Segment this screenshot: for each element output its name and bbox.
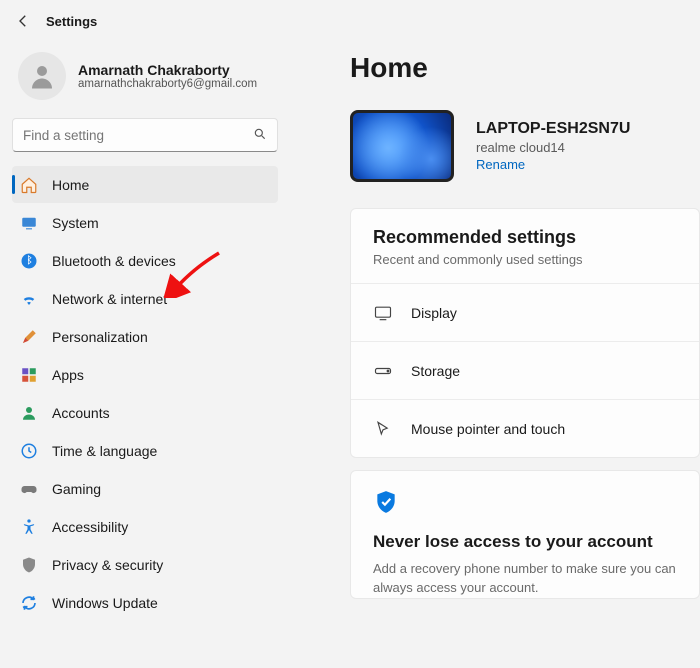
bluetooth-icon [20,252,38,270]
nav-accounts[interactable]: Accounts [12,394,278,431]
app-title: Settings [46,14,97,29]
rename-link[interactable]: Rename [476,157,630,172]
user-profile[interactable]: Amarnath Chakraborty amarnathchakraborty… [12,44,278,114]
recovery-desc: Add a recovery phone number to make sure… [373,560,677,598]
storage-icon [373,361,393,381]
nav-label: Time & language [52,443,157,459]
nav-privacy[interactable]: Privacy & security [12,546,278,583]
nav-label: Apps [52,367,84,383]
recovery-title: Never lose access to your account [373,532,677,552]
back-button[interactable] [14,12,32,30]
avatar [18,52,66,100]
home-icon [20,176,38,194]
recommended-title: Recommended settings [373,227,677,248]
gamepad-icon [20,480,38,498]
nav-label: Home [52,177,89,193]
nav-list: Home System Bluetooth & devices Network … [12,166,278,621]
nav-network[interactable]: Network & internet [12,280,278,317]
row-storage[interactable]: Storage [351,341,699,399]
system-icon [20,214,38,232]
nav-label: Network & internet [52,291,167,307]
update-icon [20,594,38,612]
shield-check-icon [373,502,399,518]
nav-label: Windows Update [52,595,158,611]
accessibility-icon [20,518,38,536]
nav-label: Accessibility [52,519,128,535]
nav-label: Gaming [52,481,101,497]
recommended-card: Recommended settings Recent and commonly… [350,208,700,458]
nav-system[interactable]: System [12,204,278,241]
pointer-icon [373,419,393,439]
wifi-icon [20,290,38,308]
device-thumbnail [350,110,454,182]
device-model: realme cloud14 [476,140,630,155]
brush-icon [20,328,38,346]
search-box[interactable] [12,118,278,152]
main-content: Home LAPTOP-ESH2SN7U realme cloud14 Rena… [290,38,700,621]
nav-apps[interactable]: Apps [12,356,278,393]
page-title: Home [350,52,700,84]
shield-icon [20,556,38,574]
nav-label: Personalization [52,329,148,345]
search-icon [253,127,267,144]
recovery-card: Never lose access to your account Add a … [350,470,700,599]
row-mouse[interactable]: Mouse pointer and touch [351,399,699,457]
sidebar: Amarnath Chakraborty amarnathchakraborty… [0,38,290,621]
nav-accessibility[interactable]: Accessibility [12,508,278,545]
display-icon [373,303,393,323]
apps-icon [20,366,38,384]
recommended-subtitle: Recent and commonly used settings [373,252,677,267]
nav-time[interactable]: Time & language [12,432,278,469]
row-label: Storage [411,363,460,379]
search-input[interactable] [23,128,253,143]
nav-label: Bluetooth & devices [52,253,176,269]
nav-personalization[interactable]: Personalization [12,318,278,355]
nav-label: System [52,215,99,231]
row-label: Display [411,305,457,321]
nav-update[interactable]: Windows Update [12,584,278,621]
device-name: LAPTOP-ESH2SN7U [476,120,630,138]
nav-home[interactable]: Home [12,166,278,203]
user-name: Amarnath Chakraborty [78,62,257,78]
row-display[interactable]: Display [351,283,699,341]
nav-label: Accounts [52,405,110,421]
nav-gaming[interactable]: Gaming [12,470,278,507]
nav-label: Privacy & security [52,557,163,573]
clock-globe-icon [20,442,38,460]
nav-bluetooth[interactable]: Bluetooth & devices [12,242,278,279]
device-summary: LAPTOP-ESH2SN7U realme cloud14 Rename [350,110,700,182]
person-icon [20,404,38,422]
row-label: Mouse pointer and touch [411,421,565,437]
user-email: amarnathchakraborty6@gmail.com [78,78,257,90]
